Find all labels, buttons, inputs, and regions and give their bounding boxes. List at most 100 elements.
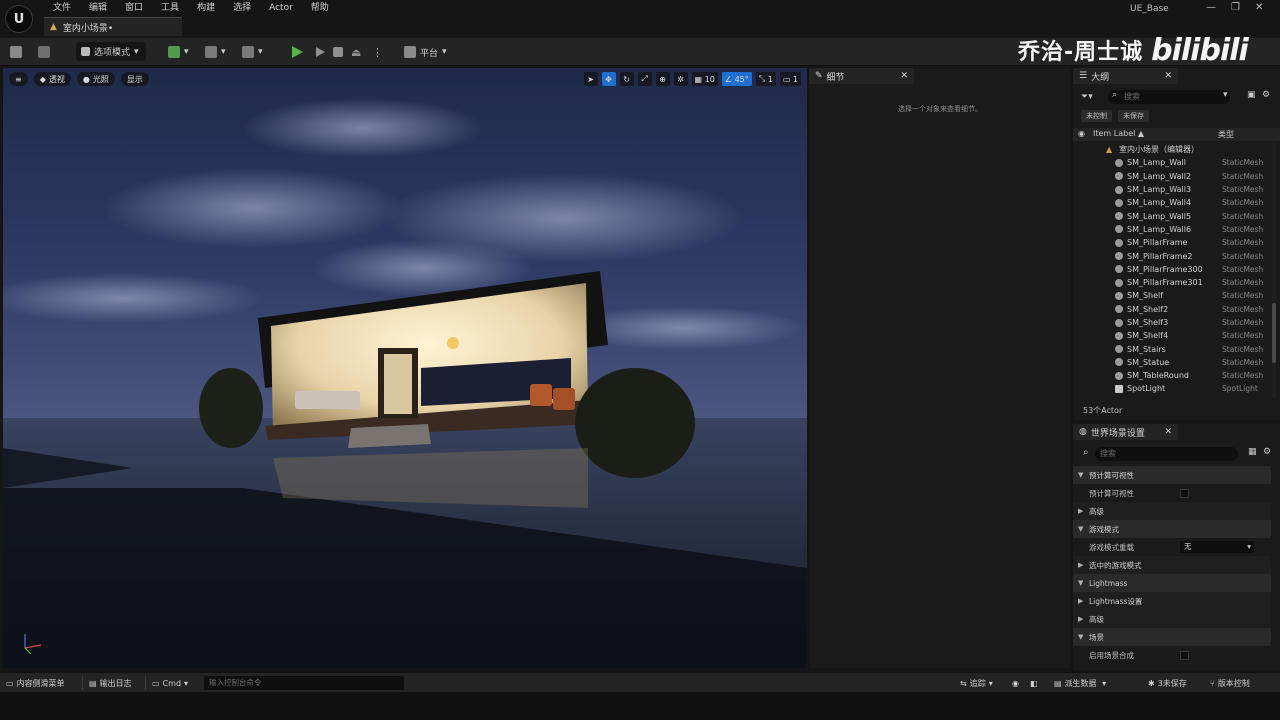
play-button[interactable] bbox=[292, 43, 303, 61]
menu-tools[interactable]: 工具 bbox=[152, 2, 188, 14]
stop-button[interactable] bbox=[333, 43, 343, 61]
selection-mode-dropdown[interactable]: 选项模式 ▾ bbox=[76, 42, 146, 61]
rotation-snap-button[interactable]: ∠ 45° bbox=[721, 72, 752, 86]
add-actor-button[interactable]: ▾ bbox=[168, 43, 189, 61]
eject-button[interactable]: ⏏ bbox=[351, 43, 361, 61]
property-checkbox[interactable] bbox=[1180, 650, 1189, 660]
outliner-row[interactable]: SM_Shelf4 StaticMesh bbox=[1073, 329, 1273, 342]
chevron-right-icon[interactable]: ▶ bbox=[1078, 561, 1083, 569]
menu-file[interactable]: 文件 bbox=[44, 2, 80, 14]
content-browser-button[interactable] bbox=[38, 43, 50, 61]
menu-select[interactable]: 选择 bbox=[224, 2, 260, 14]
rotate-tool-button[interactable]: ↻ bbox=[619, 72, 634, 86]
chevron-right-icon[interactable]: ▶ bbox=[1078, 597, 1083, 605]
world-settings-search-input[interactable]: 搜索 bbox=[1095, 447, 1238, 461]
close-window-icon[interactable]: ✕ bbox=[1255, 2, 1263, 13]
outliner-scrollbar-thumb[interactable] bbox=[1272, 303, 1276, 363]
viewport-menu-button[interactable]: ≡ bbox=[9, 72, 28, 86]
translate-tool-button[interactable]: ✥ bbox=[601, 72, 616, 86]
game-mode-override-select[interactable]: 无 ▾ bbox=[1180, 541, 1254, 553]
category-row[interactable]: ▶ 高级 bbox=[1073, 502, 1271, 520]
settings-gear-icon[interactable]: ⚙ bbox=[1262, 90, 1270, 100]
outliner-row[interactable]: SM_Lamp_Wall StaticMesh bbox=[1073, 156, 1273, 169]
chevron-down-icon[interactable]: ▼ bbox=[1078, 579, 1083, 587]
scale-tool-button[interactable]: ⤢ bbox=[637, 72, 652, 86]
category-row[interactable]: ▼ 游戏模式 bbox=[1073, 520, 1271, 538]
outliner-row[interactable]: SM_PillarFrame301 StaticMesh bbox=[1073, 276, 1273, 289]
camera-button[interactable]: ◧ bbox=[1030, 677, 1038, 689]
chevron-right-icon[interactable]: ▶ bbox=[1078, 507, 1083, 515]
close-tab-icon[interactable]: ✕ bbox=[900, 71, 908, 81]
outliner-search-input[interactable]: 搜索 bbox=[1108, 90, 1230, 104]
chevron-down-icon[interactable]: ▼ bbox=[1078, 525, 1083, 533]
outliner-row[interactable]: SM_Lamp_Wall2 StaticMesh bbox=[1073, 170, 1273, 183]
outliner-row[interactable]: SM_Lamp_Wall6 StaticMesh bbox=[1073, 223, 1273, 236]
record-button[interactable]: ◉ bbox=[1012, 677, 1019, 689]
step-button[interactable] bbox=[316, 43, 325, 61]
outliner-row[interactable]: SM_Shelf3 StaticMesh bbox=[1073, 316, 1273, 329]
platforms-dropdown[interactable]: 平台 ▾ bbox=[404, 43, 447, 61]
close-tab-icon[interactable]: ✕ bbox=[1164, 71, 1172, 81]
category-row[interactable]: ▶ 选中的游戏模式 bbox=[1073, 556, 1271, 574]
outliner-row[interactable]: SM_PillarFrame2 StaticMesh bbox=[1073, 249, 1273, 262]
visibility-eye-icon[interactable]: ◉ bbox=[1078, 129, 1085, 138]
output-log-button[interactable]: ▤ 输出日志 bbox=[89, 677, 132, 689]
scale-snap-button[interactable]: ⤡ 1 bbox=[755, 72, 776, 86]
source-control-dropdown[interactable]: ⑂ 版本控制 bbox=[1210, 677, 1250, 689]
content-drawer-button[interactable]: ▭ 内容侧滑菜单 bbox=[6, 677, 65, 689]
details-tab[interactable]: ✎ 细节 ✕ bbox=[809, 68, 914, 84]
blueprint-button[interactable]: ▾ bbox=[205, 43, 226, 61]
category-row[interactable]: ▼ Lightmass bbox=[1073, 574, 1271, 592]
settings-gear-icon[interactable]: ⚙ bbox=[1263, 447, 1271, 457]
category-row[interactable]: ▼ 场景 bbox=[1073, 628, 1271, 646]
outliner-row[interactable]: SM_Shelf2 StaticMesh bbox=[1073, 303, 1273, 316]
unreal-logo-icon[interactable]: U bbox=[5, 5, 33, 33]
close-tab-icon[interactable]: ✕ bbox=[1164, 427, 1172, 437]
level-document-tab[interactable]: ▲ 室内小场景• bbox=[44, 17, 182, 36]
maximize-icon[interactable]: ❐ bbox=[1231, 2, 1240, 13]
trace-dropdown[interactable]: ⇆ 追踪 ▾ bbox=[960, 677, 993, 689]
show-dropdown[interactable]: 显示 bbox=[120, 72, 149, 86]
filter-icon[interactable]: ⏷▾ bbox=[1081, 92, 1093, 102]
outliner-row[interactable]: SpotLight SpotLight bbox=[1073, 382, 1273, 395]
chevron-down-icon[interactable]: ▾ bbox=[1223, 90, 1228, 100]
world-space-button[interactable]: ⊕ bbox=[655, 72, 670, 86]
menu-actor[interactable]: Actor bbox=[260, 2, 302, 14]
filter-unsaved[interactable]: 未保存 bbox=[1118, 110, 1149, 122]
item-label-column[interactable]: Item Label ▲ bbox=[1093, 129, 1144, 138]
level-viewport[interactable]: ≡ ◆ 透视 ● 光照 显示 ➤ ✥ ↻ ⤢ ⊕ ✲ ▦ 10 ∠ 45° ⤡ 1 … bbox=[3, 68, 807, 668]
cmd-dropdown[interactable]: ▭ Cmd ▾ bbox=[152, 677, 188, 689]
outliner-row[interactable]: SM_PillarFrame StaticMesh bbox=[1073, 236, 1273, 249]
chevron-right-icon[interactable]: ▶ bbox=[1078, 615, 1083, 623]
world-settings-tab[interactable]: ◍ 世界场景设置 ✕ bbox=[1073, 424, 1178, 440]
console-command-input[interactable]: 输入控制台命令 bbox=[204, 676, 404, 690]
play-options-button[interactable]: ⋮ bbox=[372, 43, 383, 61]
outliner-root-row[interactable]: ▲ 室内小场景（编辑器） bbox=[1073, 143, 1273, 156]
outliner-row[interactable]: SM_Lamp_Wall5 StaticMesh bbox=[1073, 209, 1273, 222]
menu-window[interactable]: 窗口 bbox=[116, 2, 152, 14]
menu-edit[interactable]: 编辑 bbox=[80, 2, 116, 14]
table-view-icon[interactable]: ▦ bbox=[1248, 447, 1257, 457]
outliner-row[interactable]: SM_Statue StaticMesh bbox=[1073, 356, 1273, 369]
category-row[interactable]: ▶ 高级 bbox=[1073, 610, 1271, 628]
outliner-tab[interactable]: ☰ 大纲 ✕ bbox=[1073, 68, 1178, 84]
category-row[interactable]: ▶ Lightmass设置 bbox=[1073, 592, 1271, 610]
outliner-row[interactable]: SM_PillarFrame300 StaticMesh bbox=[1073, 263, 1273, 276]
view-mode-dropdown[interactable]: ● 光照 bbox=[76, 72, 115, 86]
outliner-row[interactable]: SM_Shelf StaticMesh bbox=[1073, 289, 1273, 302]
chevron-down-icon[interactable]: ▼ bbox=[1078, 471, 1083, 479]
outliner-row[interactable]: SM_Lamp_Wall3 StaticMesh bbox=[1073, 183, 1273, 196]
save-button[interactable] bbox=[10, 43, 22, 61]
filter-uncontrolled[interactable]: 未控制 bbox=[1081, 110, 1112, 122]
unsaved-button[interactable]: ✱ 3未保存 bbox=[1148, 677, 1187, 689]
menu-help[interactable]: 帮助 bbox=[302, 2, 338, 14]
new-folder-icon[interactable]: ▣ bbox=[1247, 90, 1256, 100]
perspective-dropdown[interactable]: ◆ 透视 bbox=[33, 72, 71, 86]
chevron-down-icon[interactable]: ▼ bbox=[1078, 633, 1083, 641]
camera-speed-button[interactable]: ▭ 1 bbox=[779, 72, 801, 86]
cinematics-button[interactable]: ▾ bbox=[242, 43, 263, 61]
select-tool-button[interactable]: ➤ bbox=[583, 72, 598, 86]
derived-data-dropdown[interactable]: ▤ 派生数据 ▾ bbox=[1054, 677, 1106, 689]
outliner-row[interactable]: SM_TableRound StaticMesh bbox=[1073, 369, 1273, 382]
category-row[interactable]: ▼ 预计算可视性 bbox=[1073, 466, 1271, 484]
